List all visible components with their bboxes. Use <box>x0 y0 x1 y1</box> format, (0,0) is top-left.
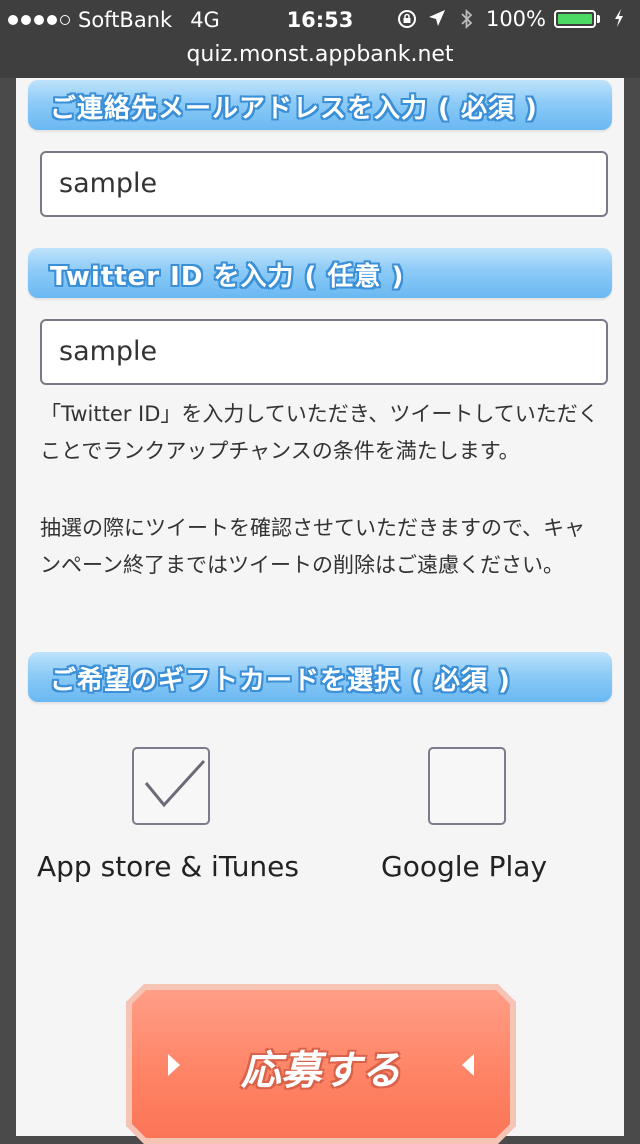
google-play-checkbox[interactable] <box>428 747 506 825</box>
app-store-checkbox[interactable] <box>132 747 210 825</box>
arrow-left-icon <box>462 1054 474 1076</box>
bluetooth-icon <box>456 8 478 30</box>
twitter-header-label: Twitter ID を入力 ( 任意 ) <box>50 262 405 292</box>
submit-button-label: 応募する <box>241 1048 401 1094</box>
status-bar: SoftBank 4G 16:53 100% <box>0 0 640 40</box>
charging-icon <box>608 8 630 30</box>
submit-button[interactable]: 応募する <box>126 984 516 1144</box>
twitter-id-field[interactable]: sample <box>40 319 608 385</box>
gift-section-header: ご希望のギフトカードを選択 ( 必須 ) <box>28 652 612 702</box>
battery-percent: 100% <box>485 7 546 31</box>
email-header-label: ご連絡先メールアドレスを入力 ( 必須 ) <box>50 94 538 124</box>
gift-header-label: ご希望のギフトカードを選択 ( 必須 ) <box>50 666 511 696</box>
email-field[interactable]: sample <box>40 151 608 217</box>
location-arrow-icon <box>426 8 448 30</box>
app-store-option-label[interactable]: App store & iTunes <box>37 850 299 883</box>
form-page: ご連絡先メールアドレスを入力 ( 必須 ) sample Twitter ID … <box>16 78 624 1144</box>
twitter-section-header: Twitter ID を入力 ( 任意 ) <box>28 248 612 298</box>
email-section-header: ご連絡先メールアドレスを入力 ( 必須 ) <box>28 80 612 130</box>
tweet-deletion-note: 抽選の際にツイートを確認させていただきますので、キャンペーン終了まではツイートの… <box>40 516 586 577</box>
checkmark-icon <box>144 759 206 808</box>
google-play-option-label[interactable]: Google Play <box>381 850 547 883</box>
url-bar[interactable]: quiz.monst.appbank.net <box>0 40 640 78</box>
twitter-note: 「Twitter ID」を入力していただき、ツイートしていただくことでランクアッ… <box>40 402 599 463</box>
rotation-lock-icon <box>396 8 418 30</box>
url-text: quiz.monst.appbank.net <box>186 42 454 67</box>
battery-icon <box>554 10 600 28</box>
